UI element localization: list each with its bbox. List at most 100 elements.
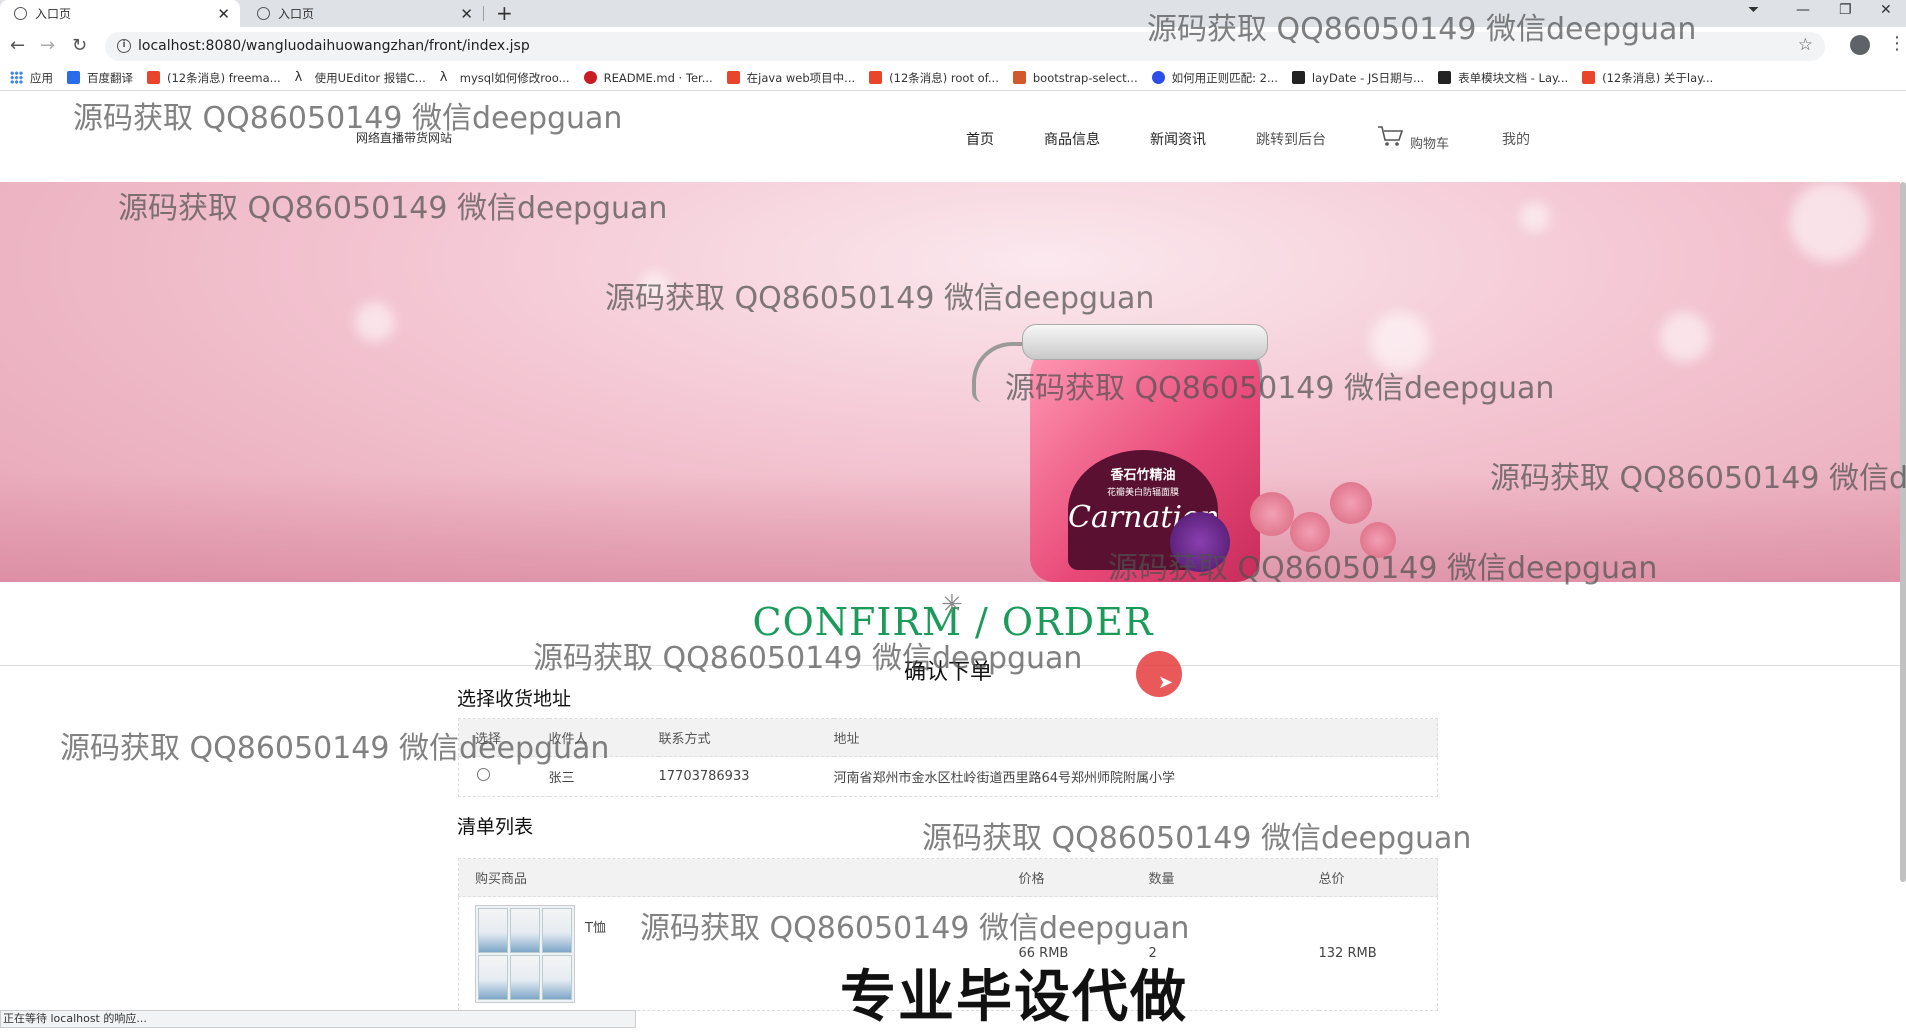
nav-admin[interactable]: 跳转到后台	[1256, 129, 1326, 149]
restore-icon[interactable]: ❐	[1839, 2, 1852, 18]
item-name[interactable]: T恤	[585, 917, 606, 936]
nav-mine[interactable]: 我的	[1502, 129, 1530, 149]
rose-flower	[1250, 492, 1294, 536]
forward-icon[interactable]: →	[40, 35, 55, 56]
jar-label-cn: 香石竹精油	[1110, 468, 1176, 483]
bookmark-item[interactable]: 如何用正则匹配: 2...	[1151, 70, 1278, 86]
jar-label-sub: 花瓣美白防辐面膜	[1106, 488, 1179, 498]
bookmark-label: (12条消息) 关于lay...	[1602, 70, 1714, 85]
bokeh-light	[355, 302, 395, 342]
bookmark-label: 表单模块文档 - Lay...	[1458, 70, 1569, 85]
address-table: 选择 收件人 联系方式 地址 张三 17703786933 河南省郑州市金水区杜…	[458, 718, 1438, 797]
bookmark-label: (12条消息) freema...	[167, 70, 281, 85]
profile-icon[interactable]	[1850, 35, 1870, 55]
site-header: 网络直播带货网站 首页 商品信息 新闻资讯 跳转到后台 购物车 我的	[0, 91, 1906, 182]
baidu-translate-icon	[67, 71, 80, 84]
apps-icon	[10, 71, 23, 84]
bookmark-item[interactable]: README.md · Ter...	[583, 71, 713, 85]
globe-icon	[14, 7, 27, 20]
bookmark-item[interactable]: 百度翻译	[67, 70, 133, 86]
grid-icon	[1012, 71, 1026, 84]
column-header: 地址	[833, 732, 860, 747]
bookmark-item[interactable]: bootstrap-select...	[1012, 70, 1138, 85]
table-row[interactable]: 张三 17703786933 河南省郑州市金水区杜岭街道西里路64号郑州师院附属…	[458, 756, 1438, 797]
lambda-icon: λ	[294, 70, 303, 85]
site-name[interactable]: 网络直播带货网站	[356, 129, 452, 146]
watermark-text: 源码获取 QQ86050149 微信deepguan	[922, 821, 1472, 856]
lambda-icon: λ	[439, 70, 448, 85]
bookmark-star-icon[interactable]: ☆	[1798, 35, 1813, 55]
site-info-icon[interactable]: i	[117, 39, 131, 53]
new-tab-icon[interactable]: +	[496, 1, 513, 25]
bookmark-item[interactable]: (12条消息) 关于lay...	[1582, 70, 1713, 86]
bookmarks-bar: 应用 百度翻译 (12条消息) freema... λ 使用UEditor 报错C…	[0, 65, 1906, 91]
mouse-cursor-icon: ➤	[1158, 672, 1174, 693]
bookmark-apps[interactable]: 应用	[10, 70, 53, 86]
bookmark-label: (12条消息) root of...	[889, 70, 999, 85]
bookmark-item[interactable]: λ 使用UEditor 报错C...	[295, 70, 426, 86]
rose-flower	[1330, 482, 1372, 524]
bookmark-label: mysql如何修改roo...	[459, 70, 570, 85]
column-header: 联系方式	[658, 732, 711, 747]
bookmark-item[interactable]: 在java web项目中...	[726, 70, 856, 86]
layui-icon	[1291, 71, 1305, 84]
bookmark-label: 百度翻译	[87, 70, 133, 85]
globe-icon	[257, 7, 270, 20]
browser-menu-icon[interactable]: ⋮	[1888, 33, 1906, 54]
column-header: 选择	[475, 732, 502, 747]
csdn-icon	[147, 71, 160, 84]
browser-tab-bar: 入口页 ✕ 入口页 ✕ + ⏷ — ❐ ✕	[0, 0, 1906, 27]
confirm-order-title-cn: 确认下单	[900, 654, 997, 686]
jar-lid	[1022, 324, 1268, 360]
csdn-icon	[726, 71, 740, 84]
close-icon[interactable]: ✕	[217, 5, 230, 23]
bookmark-label: bootstrap-select...	[1032, 70, 1138, 85]
close-icon[interactable]: ✕	[460, 5, 473, 23]
reload-icon[interactable]: ↻	[72, 35, 87, 56]
csdn-icon	[1582, 71, 1596, 84]
address-radio[interactable]	[477, 768, 490, 781]
gitee-icon	[583, 71, 597, 84]
nav-products[interactable]: 商品信息	[1044, 129, 1100, 149]
carnation-flower	[1170, 512, 1230, 572]
bookmark-label: 应用	[30, 70, 53, 85]
minimize-icon[interactable]: —	[1796, 2, 1810, 18]
url-text[interactable]: localhost:8080/wangluodaihuowangzhan/fro…	[138, 38, 530, 54]
bookmark-item[interactable]: (12条消息) root of...	[869, 70, 999, 86]
column-header: 总价	[1318, 872, 1345, 887]
recipient-name: 张三	[548, 756, 659, 797]
csdn-icon	[869, 71, 883, 84]
product-thumbnail[interactable]	[475, 904, 575, 1003]
list-section-title: 清单列表	[457, 816, 534, 838]
bookmark-item[interactable]: 表单模块文档 - Lay...	[1438, 70, 1568, 86]
bokeh-light	[1660, 312, 1710, 362]
window-close-icon[interactable]: ✕	[1880, 2, 1892, 18]
tab-title: 入口页	[278, 7, 315, 21]
nav-news[interactable]: 新闻资讯	[1150, 129, 1206, 149]
cart-icon[interactable]	[1377, 125, 1405, 147]
hero-banner: 香石竹精油 花瓣美白防辐面膜 Carnation	[0, 182, 1900, 582]
nav-cart[interactable]: 购物车	[1410, 133, 1449, 152]
bookmark-label: 使用UEditor 报错C...	[314, 70, 426, 85]
column-header: 价格	[1018, 872, 1045, 887]
loading-spinner-icon: ✳	[941, 590, 963, 620]
page-scrollbar[interactable]	[1900, 182, 1906, 882]
browser-tab-active[interactable]: 入口页 ✕	[0, 0, 240, 27]
bookmark-item[interactable]: layDate - JS日期与...	[1291, 70, 1424, 86]
item-total: 132 RMB	[1318, 896, 1438, 1011]
browser-tab[interactable]: 入口页 ✕	[243, 0, 483, 27]
bokeh-light	[640, 272, 670, 302]
bokeh-light	[1790, 182, 1870, 262]
bookmark-item[interactable]: λ mysql如何修改roo...	[440, 70, 570, 86]
bookmark-label: 如何用正则匹配: 2...	[1171, 70, 1278, 85]
address-radio-cell[interactable]	[458, 756, 549, 797]
ad-overlay-text: 专业毕设代做	[840, 965, 1188, 1030]
recipient-address: 河南省郑州市金水区杜岭街道西里路64号郑州师院附属小学	[833, 756, 1438, 797]
nav-home[interactable]: 首页	[966, 129, 994, 149]
bookmark-label: 在java web项目中...	[746, 70, 856, 85]
item-table-header: 购买商品 价格 数量 总价	[458, 858, 1438, 897]
omnibox[interactable]: i localhost:8080/wangluodaihuowangzhan/f…	[105, 32, 1825, 61]
bookmark-item[interactable]: (12条消息) freema...	[147, 70, 281, 86]
tab-search-icon[interactable]: ⏷	[1748, 2, 1759, 18]
back-icon[interactable]: ←	[10, 35, 25, 56]
